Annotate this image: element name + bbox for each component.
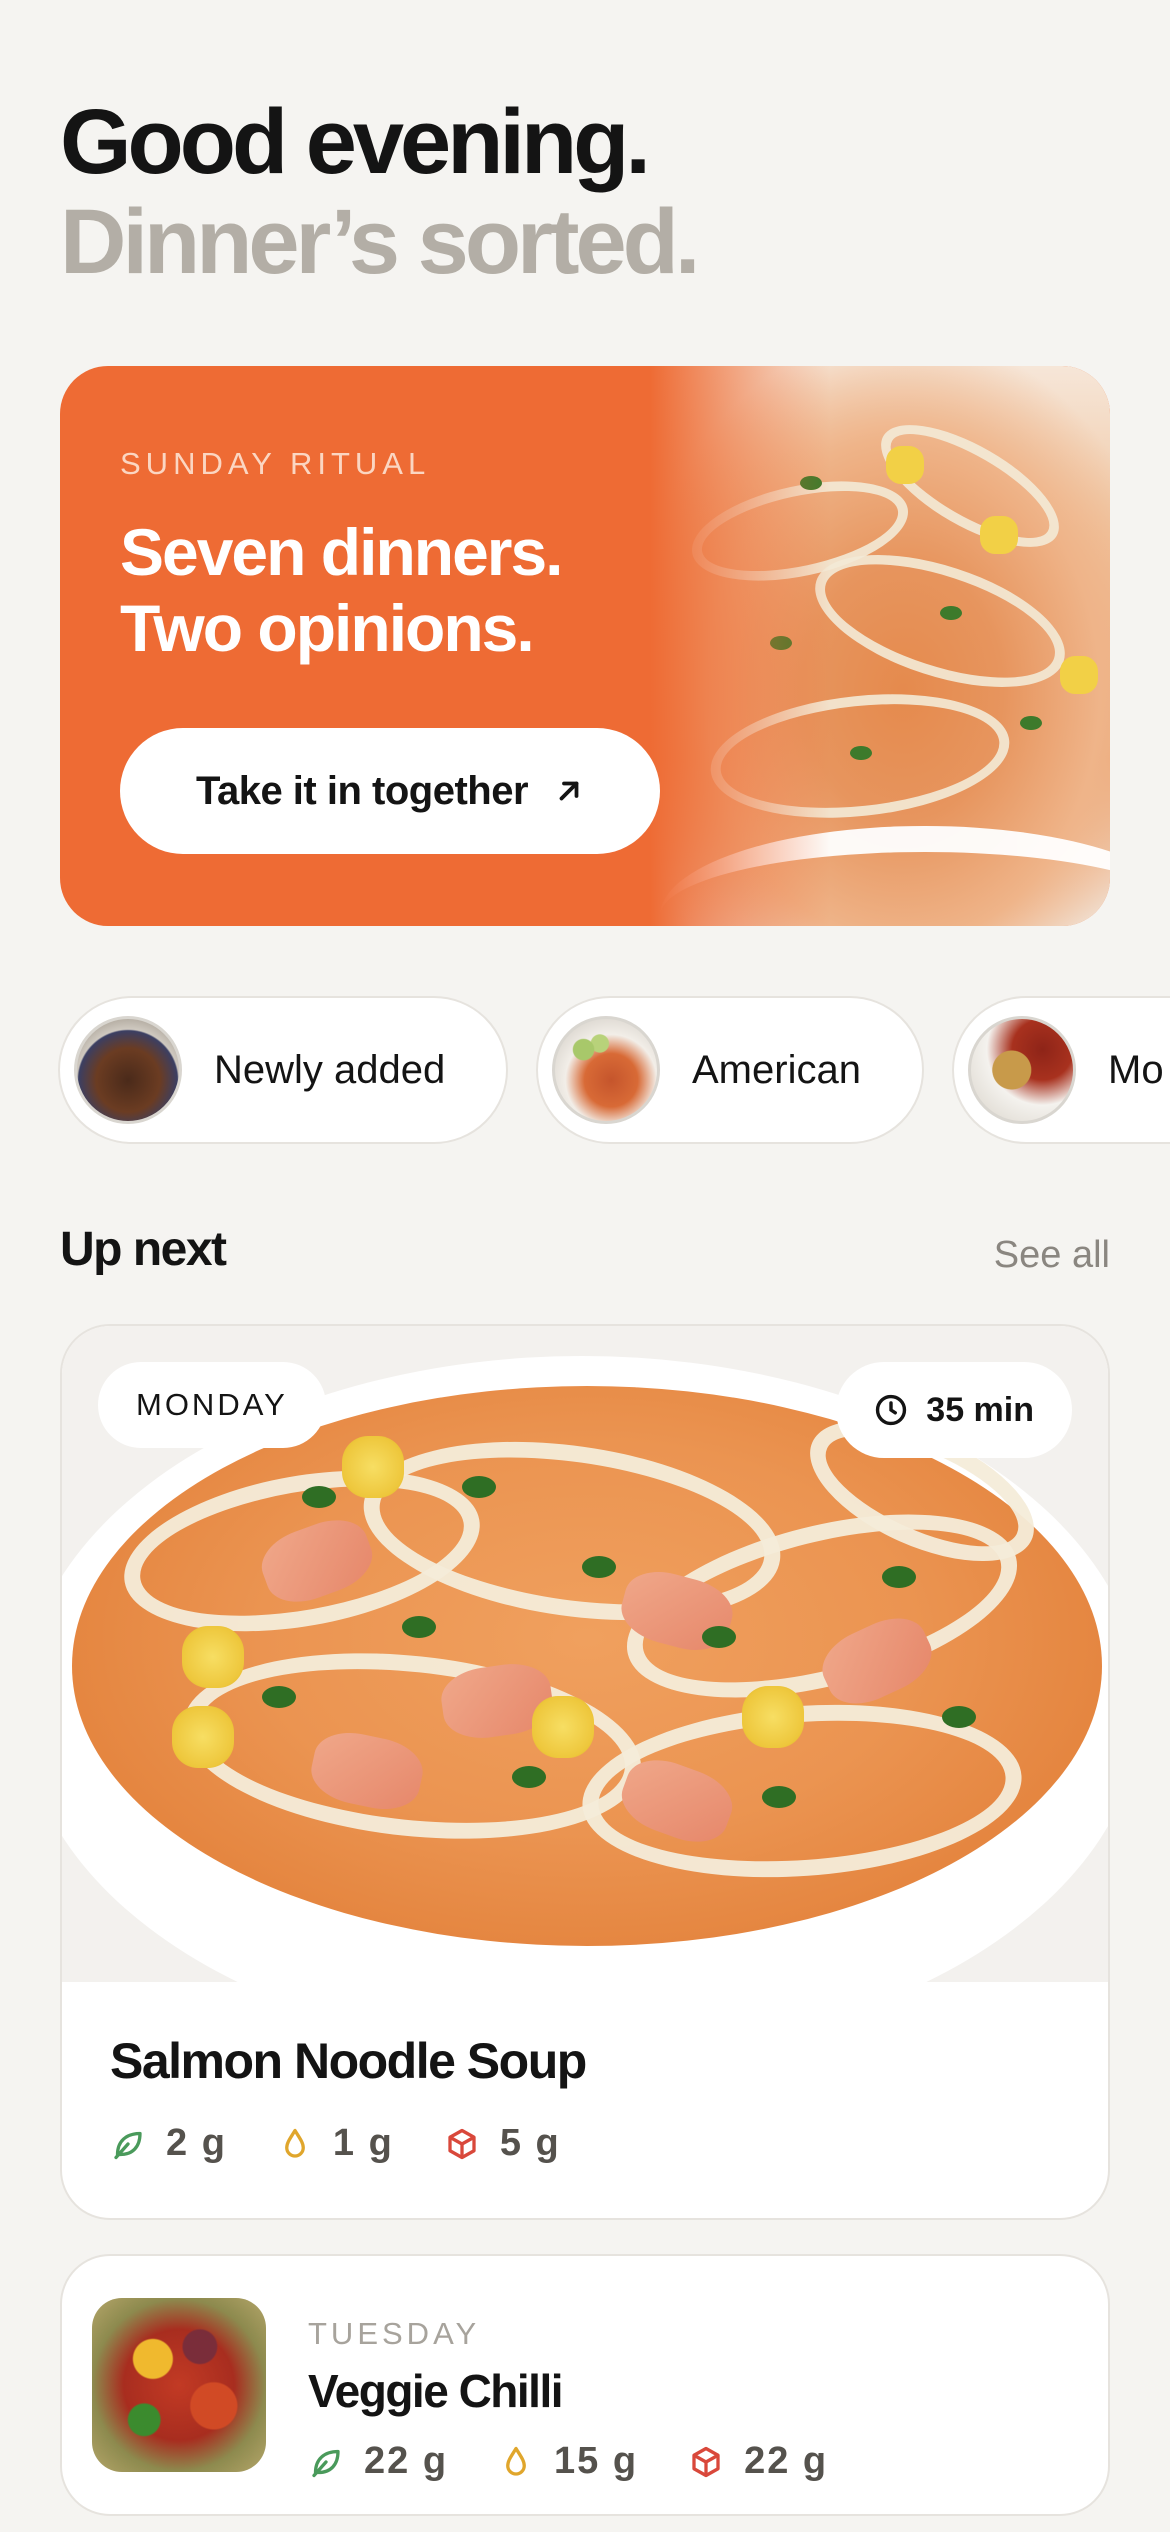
- category-label: Newly added: [214, 1047, 446, 1092]
- recipe-list-item[interactable]: TUESDAY Veggie Chilli 22 g 15 g 22 g: [60, 2254, 1110, 2516]
- greeting-subtitle: Dinner’s sorted.: [60, 191, 700, 293]
- take-it-in-together-button[interactable]: Take it in together: [120, 728, 660, 854]
- recipe-name: Veggie Chilli: [308, 2365, 564, 2417]
- macro-protein: 22 g: [688, 2440, 828, 2483]
- cook-time-badge: 35 min: [836, 1362, 1072, 1458]
- leaf-icon: [114, 2131, 142, 2159]
- greeting-title: Good evening.: [60, 91, 651, 193]
- macro-value: 22 g: [744, 2440, 829, 2482]
- recipe-thumbnail: [92, 2298, 266, 2472]
- macro-row: 2 g 1 g 5 g: [110, 2122, 561, 2165]
- macro-value: 2 g: [166, 2122, 227, 2164]
- macro-value: 1 g: [332, 2122, 394, 2164]
- category-thumbnail: [968, 1016, 1076, 1124]
- up-next-heading: Up next: [60, 1223, 227, 1276]
- macro-fat: 15 g: [498, 2440, 638, 2483]
- hero-title: Seven dinners. Two opinions.: [120, 514, 680, 666]
- macro-fat: 1 g: [277, 2122, 394, 2165]
- macro-value: 15 g: [554, 2440, 639, 2482]
- category-thumbnail: [552, 1016, 660, 1124]
- drop-icon: [506, 2446, 526, 2476]
- greeting-header: Good evening. Dinner’s sorted.: [60, 91, 700, 293]
- arrow-up-right-icon: [559, 781, 579, 801]
- hero-title-line-1: Seven dinners.: [120, 515, 564, 589]
- clock-icon: [876, 1394, 907, 1426]
- macro-value: 22 g: [364, 2440, 449, 2482]
- recipe-name: Salmon Noodle Soup: [110, 2033, 587, 2089]
- hero-kicker: SUNDAY RITUAL: [120, 446, 431, 481]
- featured-recipe-card[interactable]: MONDAY 35 min Salmon Noodle Soup 2 g 1 g…: [60, 1324, 1110, 2220]
- cube-icon: [692, 2446, 720, 2477]
- hero-promo-card[interactable]: SUNDAY RITUAL Seven dinners. Two opinion…: [60, 366, 1110, 926]
- see-all-link[interactable]: See all: [994, 1234, 1110, 1277]
- category-chip-american[interactable]: American: [536, 996, 924, 1144]
- recipe-day: TUESDAY: [308, 2316, 481, 2351]
- category-thumbnail: [74, 1016, 182, 1124]
- macro-value: 5 g: [499, 2122, 561, 2164]
- cta-label: Take it in together: [195, 768, 529, 813]
- cube-icon: [448, 2128, 476, 2159]
- leaf-icon: [312, 2449, 340, 2477]
- category-chip-more[interactable]: Mo: [952, 996, 1170, 1144]
- macro-row: 22 g 15 g 22 g: [308, 2440, 828, 2483]
- drop-icon: [285, 2128, 305, 2158]
- category-label: American: [692, 1047, 861, 1092]
- hero-title-line-2: Two opinions.: [120, 591, 535, 665]
- cook-time-value: 35 min: [926, 1390, 1034, 1429]
- day-badge: MONDAY: [98, 1362, 326, 1448]
- macro-fiber: 2 g: [110, 2122, 227, 2165]
- macro-protein: 5 g: [444, 2122, 561, 2165]
- macro-fiber: 22 g: [308, 2440, 448, 2483]
- category-chip-newly-added[interactable]: Newly added: [58, 996, 508, 1144]
- category-label: Mo: [1108, 1047, 1164, 1092]
